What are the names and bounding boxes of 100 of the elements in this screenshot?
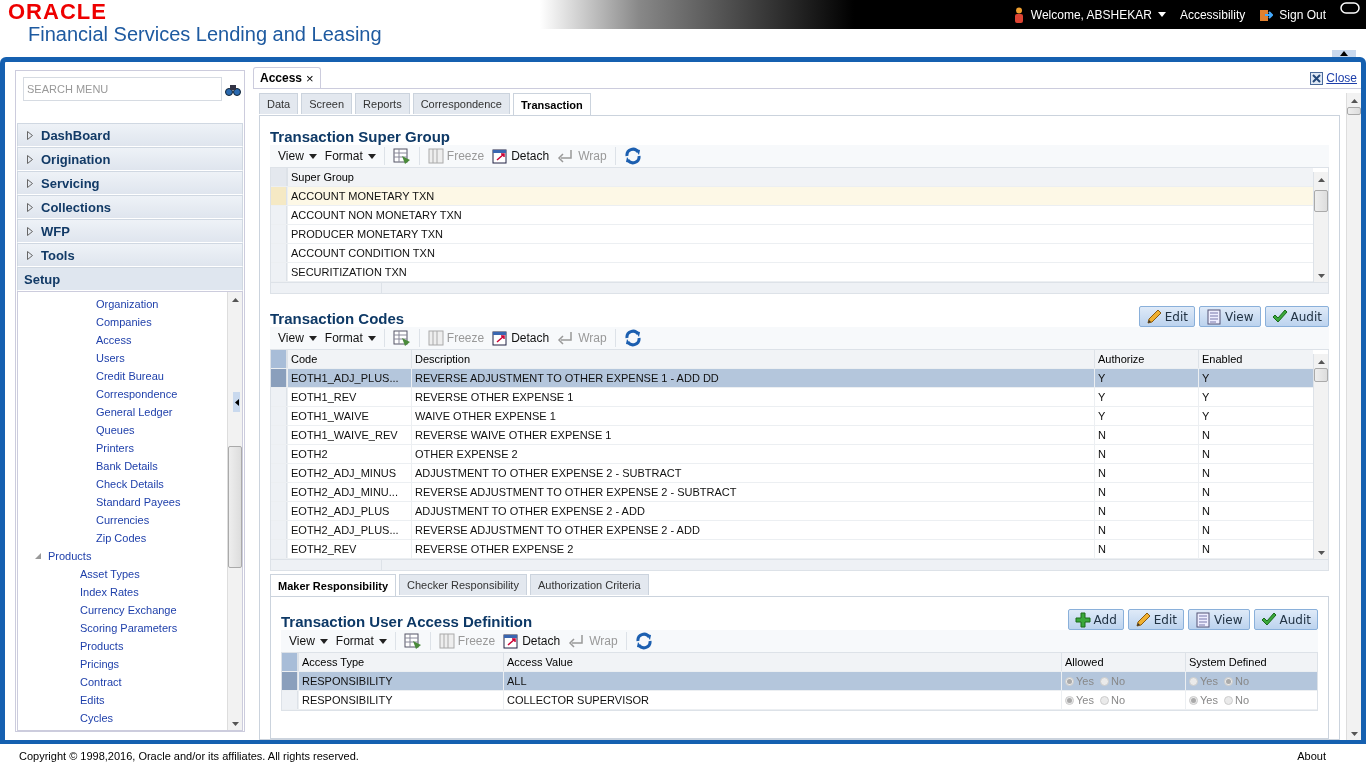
- menu-button[interactable]: View: [278, 331, 317, 345]
- menu-button[interactable]: Format: [324, 149, 376, 163]
- table-row[interactable]: EOTH1_WAIVE WAIVE OTHER EXPENSE 1 Y Y: [271, 407, 1313, 426]
- tab[interactable]: Transaction: [513, 93, 591, 115]
- tree-item[interactable]: Currencies: [18, 511, 227, 529]
- scroll-thumb[interactable]: [228, 446, 242, 568]
- tree-item[interactable]: Cycles: [18, 709, 227, 727]
- accordion-header[interactable]: WFP: [17, 219, 243, 243]
- header-link[interactable]: Accessibility: [1179, 7, 1246, 22]
- accordion-header[interactable]: Setup: [17, 267, 243, 291]
- sign-out-link[interactable]: Sign Out: [1259, 7, 1326, 22]
- menu-button[interactable]: View: [278, 149, 317, 163]
- scrollbar[interactable]: [1313, 172, 1328, 282]
- row-header[interactable]: [271, 187, 287, 205]
- table-row[interactable]: EOTH2_ADJ_MINUS ADJUSTMENT TO OTHER EXPENSE 2 - SUBTRACT N N: [271, 464, 1313, 483]
- tree-item[interactable]: Index Rates: [18, 583, 227, 601]
- add-button[interactable]: Add: [1067, 609, 1124, 630]
- tree-item[interactable]: Printers: [18, 439, 227, 457]
- close-tab-icon[interactable]: ×: [306, 70, 314, 86]
- tree-item[interactable]: Products: [18, 547, 227, 565]
- edit-button[interactable]: Edit: [1138, 306, 1196, 327]
- tree-item[interactable]: Standard Payees: [18, 493, 227, 511]
- refresh-icon[interactable]: [623, 329, 642, 347]
- row-header[interactable]: [271, 206, 287, 224]
- tree-item[interactable]: Organization: [18, 295, 227, 313]
- collapse-sidebar-handle[interactable]: [233, 392, 240, 412]
- accordion-header[interactable]: DashBoard: [17, 123, 243, 147]
- table-row[interactable]: EOTH1_WAIVE_REV REVERSE WAIVE OTHER EXPENSE 1 N N: [271, 426, 1313, 445]
- audit-button[interactable]: Audit: [1253, 609, 1318, 630]
- menu-button[interactable]: Format: [335, 634, 387, 648]
- column-header[interactable]: Access Type: [298, 653, 503, 671]
- tab[interactable]: Maker Responsibility: [270, 574, 397, 596]
- refresh-icon[interactable]: [634, 632, 653, 650]
- table-export-icon[interactable]: [392, 147, 411, 165]
- view-button[interactable]: View: [1199, 306, 1261, 327]
- accordion-header[interactable]: Tools: [17, 243, 243, 267]
- view-button[interactable]: View: [1188, 609, 1250, 630]
- refresh-icon[interactable]: [623, 147, 642, 165]
- page-tab[interactable]: Access ×: [253, 67, 321, 88]
- scroll-thumb[interactable]: [1314, 190, 1328, 212]
- row-header[interactable]: [271, 263, 287, 281]
- table-row[interactable]: EOTH1_ADJ_PLUS... REVERSE ADJUSTMENT TO OTHER EXPENSE 1 - ADD DD Y Y: [271, 369, 1313, 388]
- edit-button[interactable]: Edit: [1127, 609, 1185, 630]
- tab[interactable]: Data: [259, 93, 299, 114]
- column-header[interactable]: Access Value: [503, 653, 1061, 671]
- audit-button[interactable]: Audit: [1264, 306, 1329, 327]
- close-link[interactable]: Close: [1310, 71, 1357, 85]
- row-header[interactable]: [271, 388, 287, 406]
- tree-item[interactable]: Companies: [18, 313, 227, 331]
- menu-button[interactable]: Format: [324, 331, 376, 345]
- column-header[interactable]: Allowed: [1061, 653, 1185, 671]
- table-row[interactable]: EOTH2_ADJ_PLUS... REVERSE ADJUSTMENT TO OTHER EXPENSE 2 - ADD N N: [271, 521, 1313, 540]
- accordion-header[interactable]: Collections: [17, 195, 243, 219]
- user-menu[interactable]: Welcome, ABSHEKAR: [1012, 6, 1166, 23]
- tree-item[interactable]: Products: [18, 637, 227, 655]
- tree-item[interactable]: Asset Types: [18, 565, 227, 583]
- table-export-icon[interactable]: [392, 329, 411, 347]
- table-row[interactable]: EOTH1_REV REVERSE OTHER EXPENSE 1 Y Y: [271, 388, 1313, 407]
- tree-item[interactable]: General Ledger: [18, 403, 227, 421]
- tree-item[interactable]: Currency Exchange: [18, 601, 227, 619]
- column-header[interactable]: System Defined: [1185, 653, 1317, 671]
- row-header[interactable]: [271, 369, 287, 387]
- row-header[interactable]: [271, 540, 287, 558]
- menu-button[interactable]: View: [289, 634, 328, 648]
- tree-item[interactable]: Zip Codes: [18, 529, 227, 547]
- table-row[interactable]: EOTH2_ADJ_PLUS ADJUSTMENT TO OTHER EXPENSE 2 - ADD N N: [271, 502, 1313, 521]
- tree-item[interactable]: Correspondence: [18, 385, 227, 403]
- scroll-thumb[interactable]: [1314, 368, 1328, 382]
- tree-item[interactable]: Edits: [18, 691, 227, 709]
- collapse-header-button[interactable]: [1332, 50, 1356, 57]
- table-row[interactable]: EOTH2 OTHER EXPENSE 2 N N: [271, 445, 1313, 464]
- scroll-thumb[interactable]: [1347, 107, 1361, 115]
- detach-button[interactable]: Detach: [503, 633, 561, 649]
- accordion-header[interactable]: Servicing: [17, 171, 243, 195]
- tree-item[interactable]: Scoring Parameters: [18, 619, 227, 637]
- table-row[interactable]: EOTH2_REV REVERSE OTHER EXPENSE 2 N N: [271, 540, 1313, 559]
- tree-item[interactable]: Pricings: [18, 655, 227, 673]
- scrollbar[interactable]: [1313, 354, 1328, 559]
- tree-item[interactable]: Contract: [18, 673, 227, 691]
- column-header[interactable]: Code: [287, 350, 411, 368]
- tree-item[interactable]: Access: [18, 331, 227, 349]
- column-header[interactable]: Description: [411, 350, 1094, 368]
- tree-item[interactable]: Bank Details: [18, 457, 227, 475]
- detach-button[interactable]: Detach: [492, 148, 550, 164]
- row-header[interactable]: [282, 691, 298, 709]
- tab[interactable]: Screen: [301, 93, 353, 114]
- scrollbar[interactable]: [1346, 93, 1361, 740]
- row-header[interactable]: [282, 672, 298, 690]
- tab[interactable]: Checker Responsibility: [399, 574, 527, 595]
- tree-item[interactable]: Queues: [18, 421, 227, 439]
- table-export-icon[interactable]: [403, 632, 422, 650]
- table-row[interactable]: EOTH2_ADJ_MINU... REVERSE ADJUSTMENT TO OTHER EXPENSE 2 - SUBTRACT N N: [271, 483, 1313, 502]
- detach-button[interactable]: Detach: [492, 330, 550, 346]
- tab[interactable]: Reports: [355, 93, 410, 114]
- accordion-header[interactable]: Origination: [17, 147, 243, 171]
- tree-item[interactable]: Check Details: [18, 475, 227, 493]
- search-field[interactable]: SEARCH MENU: [23, 77, 222, 101]
- tree-item[interactable]: Credit Bureau: [18, 367, 227, 385]
- tab[interactable]: Correspondence: [412, 93, 510, 114]
- column-header[interactable]: Authorize: [1094, 350, 1198, 368]
